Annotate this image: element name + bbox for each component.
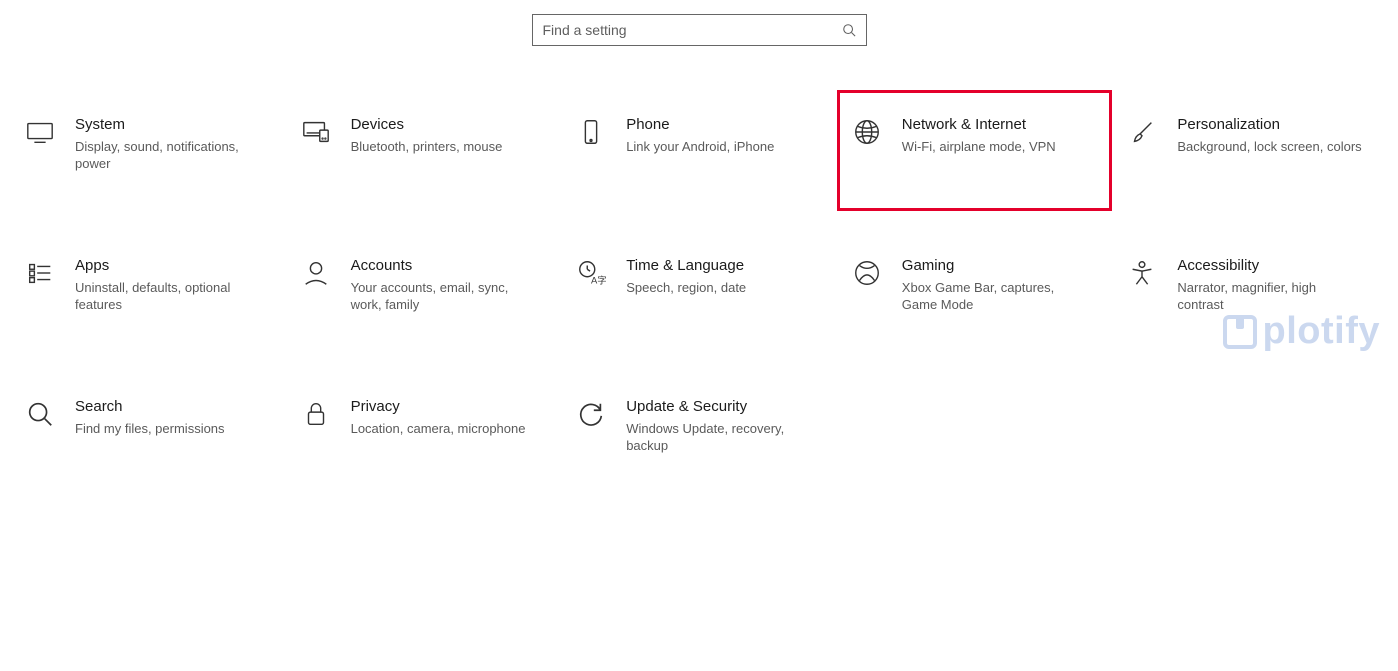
tile-desc: Link your Android, iPhone xyxy=(626,138,774,155)
tile-desc: Uninstall, defaults, optional features xyxy=(75,279,263,313)
tile-title: Devices xyxy=(351,115,503,135)
tile-desc: Location, camera, microphone xyxy=(351,420,526,437)
settings-tile-phone[interactable]: Phone Link your Android, iPhone xyxy=(561,104,837,183)
tile-title: Personalization xyxy=(1177,115,1361,135)
tile-desc: Find my files, permissions xyxy=(75,420,225,437)
settings-tile-devices[interactable]: Devices Bluetooth, printers, mouse xyxy=(286,104,562,183)
update-icon xyxy=(574,397,608,431)
settings-tile-time-language[interactable]: A字 Time & Language Speech, region, date xyxy=(561,245,837,324)
settings-tile-gaming[interactable]: Gaming Xbox Game Bar, captures, Game Mod… xyxy=(837,245,1113,324)
lock-icon xyxy=(299,397,333,431)
tile-desc: Bluetooth, printers, mouse xyxy=(351,138,503,155)
settings-tile-accounts[interactable]: Accounts Your accounts, email, sync, wor… xyxy=(286,245,562,324)
settings-tile-apps[interactable]: Apps Uninstall, defaults, optional featu… xyxy=(10,245,286,324)
tile-title: System xyxy=(75,115,263,135)
settings-tile-search[interactable]: Search Find my files, permissions xyxy=(10,386,286,465)
tile-desc: Wi-Fi, airplane mode, VPN xyxy=(902,138,1056,155)
tile-desc: Xbox Game Bar, captures, Game Mode xyxy=(902,279,1090,313)
settings-tile-privacy[interactable]: Privacy Location, camera, microphone xyxy=(286,386,562,465)
xbox-icon xyxy=(850,256,884,290)
tile-title: Network & Internet xyxy=(902,115,1056,135)
globe-icon xyxy=(850,115,884,149)
devices-icon xyxy=(299,115,333,149)
settings-tile-accessibility[interactable]: Accessibility Narrator, magnifier, high … xyxy=(1112,245,1388,324)
tile-desc: Display, sound, notifications, power xyxy=(75,138,263,172)
search-icon xyxy=(842,23,856,37)
tile-title: Update & Security xyxy=(626,397,814,417)
tile-desc: Windows Update, recovery, backup xyxy=(626,420,814,454)
tile-desc: Background, lock screen, colors xyxy=(1177,138,1361,155)
tile-title: Accessibility xyxy=(1177,256,1365,276)
tile-title: Search xyxy=(75,397,225,417)
account-icon xyxy=(299,256,333,290)
tile-desc: Narrator, magnifier, high contrast xyxy=(1177,279,1365,313)
settings-tile-system[interactable]: System Display, sound, notifications, po… xyxy=(10,104,286,183)
magnifier-icon xyxy=(23,397,57,431)
accessibility-icon xyxy=(1125,256,1159,290)
tile-title: Privacy xyxy=(351,397,526,417)
settings-tile-update-security[interactable]: Update & Security Windows Update, recove… xyxy=(561,386,837,465)
time-language-icon: A字 xyxy=(574,256,608,290)
tile-title: Apps xyxy=(75,256,263,276)
tile-desc: Your accounts, email, sync, work, family xyxy=(351,279,539,313)
tile-title: Gaming xyxy=(902,256,1090,276)
tile-title: Time & Language xyxy=(626,256,746,276)
tile-title: Accounts xyxy=(351,256,539,276)
paintbrush-icon xyxy=(1125,115,1159,149)
phone-icon xyxy=(574,115,608,149)
settings-search-box[interactable] xyxy=(532,14,867,46)
settings-search-input[interactable] xyxy=(543,22,834,38)
settings-tile-network[interactable]: Network & Internet Wi-Fi, airplane mode,… xyxy=(837,90,1113,211)
settings-tile-personalization[interactable]: Personalization Background, lock screen,… xyxy=(1112,104,1388,183)
display-icon xyxy=(23,115,57,149)
svg-text:A字: A字 xyxy=(591,274,606,285)
apps-icon xyxy=(23,256,57,290)
tile-title: Phone xyxy=(626,115,774,135)
tile-desc: Speech, region, date xyxy=(626,279,746,296)
